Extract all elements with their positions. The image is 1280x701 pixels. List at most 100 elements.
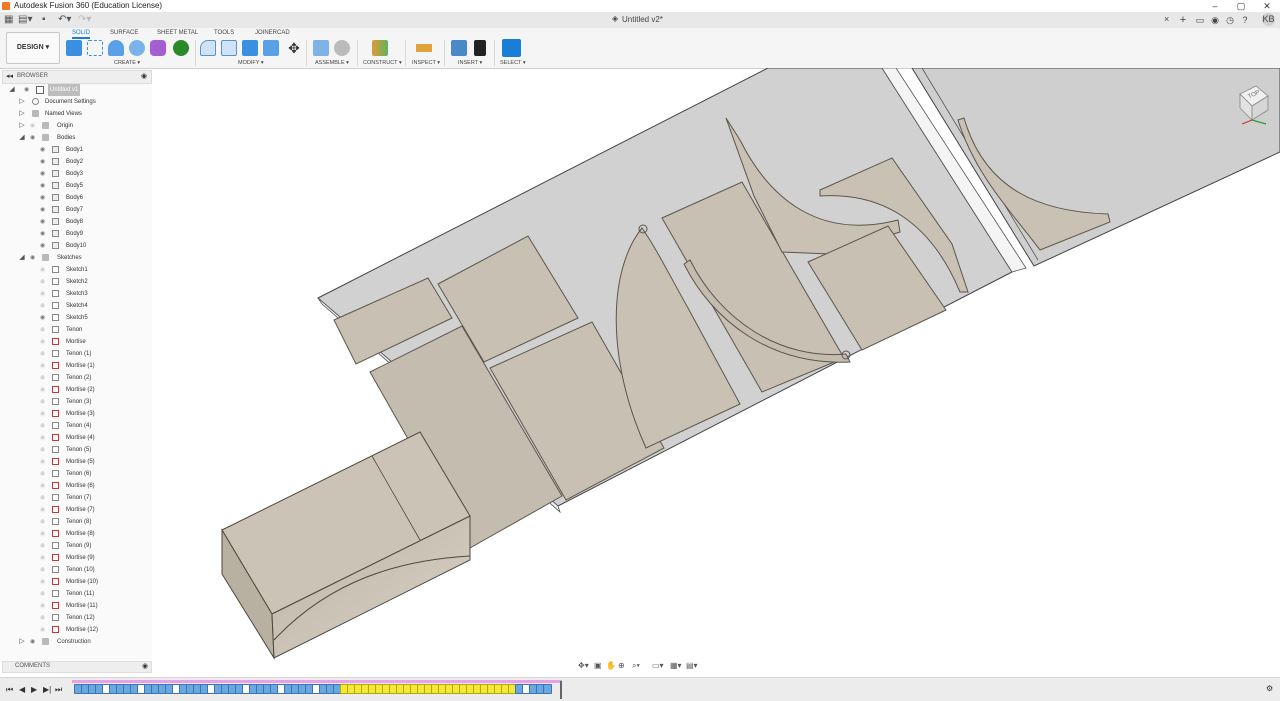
tree-sketch-item[interactable]: ◉ Mortise (11) bbox=[0, 600, 150, 612]
create-menu[interactable]: CREATE ▾ bbox=[114, 60, 140, 66]
tree-sketch-item[interactable]: ◉ Sketch1 bbox=[0, 264, 150, 276]
select-icon[interactable] bbox=[502, 39, 521, 57]
visibility-eye-icon[interactable]: ◉ bbox=[30, 120, 35, 132]
tree-sketch-item[interactable]: ◉ Mortise (10) bbox=[0, 576, 150, 588]
fillet-icon[interactable] bbox=[221, 40, 237, 56]
visibility-eye-icon[interactable]: ◉ bbox=[40, 396, 45, 408]
tree-sketch-item[interactable]: ◉ Tenon (4) bbox=[0, 420, 150, 432]
visibility-eye-icon[interactable]: ◉ bbox=[40, 204, 45, 216]
tree-sketch-item[interactable]: ◉ Mortise (7) bbox=[0, 504, 150, 516]
timeline-marker[interactable] bbox=[560, 681, 562, 699]
visibility-eye-icon[interactable]: ◉ bbox=[30, 636, 35, 648]
grid-settings-icon[interactable]: ▦▾ bbox=[670, 661, 682, 670]
maximize-button[interactable]: ▢ bbox=[1228, 0, 1254, 12]
expand-icon[interactable]: ▷ bbox=[18, 636, 26, 648]
view-cube[interactable]: TOP bbox=[1226, 80, 1274, 128]
visibility-eye-icon[interactable]: ◉ bbox=[40, 456, 45, 468]
visibility-eye-icon[interactable]: ◉ bbox=[40, 516, 45, 528]
tree-sketch-item[interactable]: ◉ Sketch2 bbox=[0, 276, 150, 288]
tree-body-item[interactable]: ◉ Body9 bbox=[0, 228, 150, 240]
visibility-eye-icon[interactable]: ◉ bbox=[40, 564, 45, 576]
create-sketch-icon[interactable] bbox=[87, 40, 103, 56]
tree-sketch-item[interactable]: ◉ Mortise bbox=[0, 336, 150, 348]
chamfer-icon[interactable] bbox=[242, 40, 258, 56]
visibility-eye-icon[interactable]: ◉ bbox=[40, 468, 45, 480]
insert-mcmaster-icon[interactable] bbox=[474, 40, 486, 56]
form-icon[interactable] bbox=[150, 40, 166, 56]
tree-sketch-item[interactable]: ◉ Mortise (2) bbox=[0, 384, 150, 396]
visibility-eye-icon[interactable]: ◉ bbox=[40, 528, 45, 540]
tree-sketch-item[interactable]: ◉ Tenon (6) bbox=[0, 468, 150, 480]
select-menu[interactable]: SELECT ▾ bbox=[500, 60, 526, 66]
tree-sketch-item[interactable]: ◉ Mortise (3) bbox=[0, 408, 150, 420]
tree-sketch-item[interactable]: ◉ Tenon (1) bbox=[0, 348, 150, 360]
visibility-eye-icon[interactable]: ◉ bbox=[40, 384, 45, 396]
tree-sketch-item[interactable]: ◉ Tenon (7) bbox=[0, 492, 150, 504]
extrude-icon[interactable] bbox=[108, 40, 124, 56]
tree-sketches-folder[interactable]: ◢ ◉ Sketches bbox=[0, 252, 150, 264]
zoom-icon[interactable]: ⊕ bbox=[618, 661, 625, 670]
visibility-eye-icon[interactable]: ◉ bbox=[40, 144, 45, 156]
close-window-button[interactable]: ✕ bbox=[1254, 0, 1280, 12]
construct-menu[interactable]: CONSTRUCT ▾ bbox=[363, 60, 402, 66]
extensions-icon[interactable]: ▭ bbox=[1193, 13, 1207, 27]
tree-sketch-item[interactable]: ◉ Mortise (12) bbox=[0, 624, 150, 636]
visibility-eye-icon[interactable]: ◉ bbox=[40, 576, 45, 588]
tree-construction[interactable]: ▷ ◉ Construction bbox=[0, 636, 150, 648]
tree-sketch-item[interactable]: ◉ Mortise (9) bbox=[0, 552, 150, 564]
tree-body-item[interactable]: ◉ Body3 bbox=[0, 168, 150, 180]
comments-panel[interactable]: COMMENTS ◉ bbox=[2, 661, 152, 673]
redo-icon[interactable]: ↷▾ bbox=[78, 14, 91, 25]
pan-icon[interactable]: ✋ bbox=[606, 661, 616, 670]
tab-joinercad[interactable]: JOINERCAD bbox=[255, 30, 290, 36]
tree-sketch-item[interactable]: ◉ Mortise (6) bbox=[0, 480, 150, 492]
visibility-eye-icon[interactable]: ◉ bbox=[40, 324, 45, 336]
visibility-eye-icon[interactable]: ◉ bbox=[40, 444, 45, 456]
as-built-joint-icon[interactable] bbox=[334, 40, 350, 56]
visibility-eye-icon[interactable]: ◉ bbox=[30, 252, 35, 264]
tree-body-item[interactable]: ◉ Body2 bbox=[0, 156, 150, 168]
revolve-icon[interactable] bbox=[129, 40, 145, 56]
tree-root-component[interactable]: ◢ ◉ Untitled v1 bbox=[0, 84, 150, 96]
modify-menu[interactable]: MODIFY ▾ bbox=[238, 60, 264, 66]
visibility-eye-icon[interactable]: ◉ bbox=[40, 288, 45, 300]
visibility-eye-icon[interactable]: ◉ bbox=[40, 336, 45, 348]
tree-sketch-item[interactable]: ◉ Tenon (5) bbox=[0, 444, 150, 456]
save-icon[interactable]: ▪ bbox=[42, 14, 46, 25]
visibility-eye-icon[interactable]: ◉ bbox=[40, 180, 45, 192]
tree-sketch-item[interactable]: ◉ Mortise (8) bbox=[0, 528, 150, 540]
timeline-feature[interactable] bbox=[543, 684, 552, 694]
new-joint-icon[interactable] bbox=[313, 40, 329, 56]
comments-options-icon[interactable]: ◉ bbox=[142, 662, 148, 670]
visibility-eye-icon[interactable]: ◉ bbox=[40, 492, 45, 504]
tree-body-item[interactable]: ◉ Body7 bbox=[0, 204, 150, 216]
new-tab-button[interactable]: + bbox=[1176, 13, 1190, 27]
expand-icon[interactable]: ▷ bbox=[18, 96, 26, 108]
panel-options-icon[interactable]: ◉ bbox=[141, 72, 147, 80]
tree-origin[interactable]: ▷ ◉ Origin bbox=[0, 120, 150, 132]
press-pull-icon[interactable] bbox=[200, 40, 216, 56]
look-at-icon[interactable]: ▣ bbox=[594, 661, 602, 670]
visibility-eye-icon[interactable]: ◉ bbox=[40, 480, 45, 492]
tab-sheet-metal[interactable]: SHEET METAL bbox=[157, 30, 198, 36]
tab-tools[interactable]: TOOLS bbox=[214, 30, 234, 36]
joinercad-icon[interactable] bbox=[173, 40, 189, 56]
assemble-menu[interactable]: ASSEMBLE ▾ bbox=[315, 60, 349, 66]
visibility-eye-icon[interactable]: ◉ bbox=[40, 372, 45, 384]
inspect-menu[interactable]: INSPECT ▾ bbox=[412, 60, 440, 66]
orbit-icon[interactable]: ✥▾ bbox=[578, 661, 589, 670]
expand-icon[interactable]: ▷ bbox=[18, 108, 26, 120]
offset-plane-icon[interactable] bbox=[372, 40, 388, 56]
expand-icon[interactable]: ▷ bbox=[18, 120, 26, 132]
tab-solid[interactable]: SOLID bbox=[72, 30, 91, 39]
visibility-eye-icon[interactable]: ◉ bbox=[40, 588, 45, 600]
tab-surface[interactable]: SURFACE bbox=[110, 30, 138, 36]
tree-sketch-item[interactable]: ◉ Mortise (1) bbox=[0, 360, 150, 372]
tree-document-settings[interactable]: ▷ Document Settings bbox=[0, 96, 150, 108]
visibility-eye-icon[interactable]: ◉ bbox=[40, 624, 45, 636]
notifications-icon[interactable]: ◷ bbox=[1223, 13, 1237, 27]
file-menu-icon[interactable]: ▤▾ bbox=[18, 14, 32, 25]
visibility-eye-icon[interactable]: ◉ bbox=[40, 216, 45, 228]
tree-sketch-item[interactable]: ◉ Mortise (4) bbox=[0, 432, 150, 444]
tree-body-item[interactable]: ◉ Body6 bbox=[0, 192, 150, 204]
